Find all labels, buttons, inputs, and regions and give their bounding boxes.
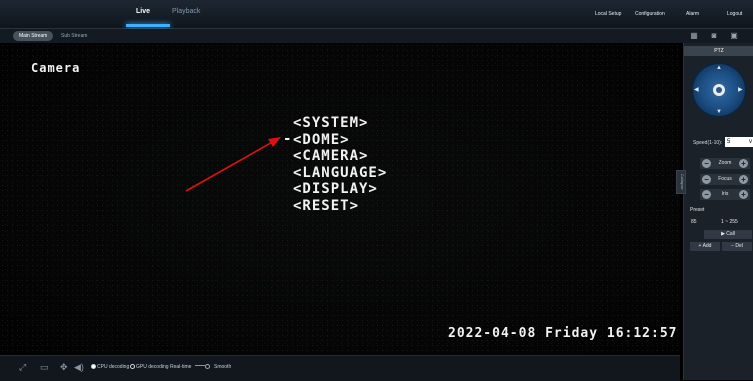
- nav-alarm[interactable]: Alarm: [686, 11, 699, 17]
- top-nav-bar: Live Playback Local Setup Configuration …: [0, 0, 753, 29]
- ptz-move-icon[interactable]: ✥: [60, 362, 68, 373]
- main-stream-button[interactable]: Main Stream: [13, 31, 54, 41]
- latency-slider[interactable]: [195, 364, 211, 370]
- speed-select[interactable]: 5 v: [725, 137, 753, 147]
- cpu-decoding-option[interactable]: CPU decoding: [91, 364, 129, 370]
- realtime-label: Real-time: [170, 364, 192, 370]
- iris-label: Iris: [721, 191, 729, 197]
- tab-playback[interactable]: Playback: [172, 8, 200, 15]
- focus-label: Focus: [718, 176, 732, 182]
- fullscreen-icon[interactable]: ⤢: [19, 362, 26, 373]
- live-video-view[interactable]: Camera - <SYSTEM> <DOME> <CAMERA> <LANGU…: [0, 43, 680, 355]
- layout-icon[interactable]: ▦: [689, 31, 699, 40]
- zoom-out-button[interactable]: −: [702, 159, 711, 168]
- zoom-control: − Zoom +: [700, 158, 750, 169]
- osd-timestamp: 2022-04-08 Friday 16:12:57: [448, 326, 678, 341]
- nav-logout[interactable]: Logout: [727, 11, 742, 17]
- snapshot-icon[interactable]: ◙: [709, 31, 719, 40]
- chevron-down-icon: v: [749, 139, 752, 145]
- radio-selected-icon: [91, 364, 96, 369]
- sub-stream-button[interactable]: Sub Stream: [55, 31, 93, 41]
- arrow-right-icon[interactable]: ▶: [738, 87, 743, 93]
- smooth-label: Smooth: [214, 364, 232, 370]
- tab-live[interactable]: Live: [136, 8, 150, 15]
- radio-unselected-icon: [130, 364, 135, 369]
- joystick-center-icon[interactable]: [711, 82, 727, 98]
- window-layout-icon[interactable]: ▭: [40, 362, 49, 373]
- preset-call-button[interactable]: ▶ Call: [704, 230, 752, 239]
- volume-icon[interactable]: ◀): [74, 362, 84, 373]
- preset-input[interactable]: 85: [691, 219, 697, 225]
- focus-minus-button[interactable]: −: [702, 175, 711, 184]
- record-icon[interactable]: ▣: [729, 31, 739, 40]
- player-control-bar: ⤢ ▭ ✥ ◀) CPU decoding GPU decoding Real-…: [0, 355, 680, 381]
- ptz-header: PTZ: [684, 46, 753, 56]
- zoom-label: Zoom: [718, 160, 732, 166]
- iris-control: − Iris +: [700, 189, 750, 200]
- ptz-joystick[interactable]: ▲ ▼ ◀ ▶: [691, 62, 747, 118]
- preset-delete-button[interactable]: − Del: [722, 242, 752, 251]
- arrow-up-icon[interactable]: ▲: [716, 65, 722, 71]
- arrow-left-icon[interactable]: ◀: [694, 87, 699, 93]
- arrow-down-icon[interactable]: ▼: [716, 109, 722, 115]
- preset-label: Preset: [690, 207, 705, 213]
- annotation-arrow: [185, 137, 281, 192]
- speed-label: Speed(1-10):: [693, 140, 723, 146]
- nav-local-setup[interactable]: Local Setup: [595, 11, 621, 17]
- focus-plus-button[interactable]: +: [739, 175, 748, 184]
- preset-range: 1 ~ 255: [721, 219, 738, 225]
- stream-toolbar: Main Stream Sub Stream ▦ ◙ ▣: [0, 29, 753, 43]
- preset-add-button[interactable]: + Add: [690, 242, 720, 251]
- panel-collapse-handle[interactable]: Collapse: [676, 170, 686, 194]
- iris-minus-button[interactable]: −: [702, 190, 711, 199]
- nav-configuration[interactable]: Configuration: [635, 11, 665, 17]
- ptz-panel: Collapse PTZ ▲ ▼ ◀ ▶ Speed(1-10): 5 v − …: [676, 43, 753, 380]
- gpu-decoding-option[interactable]: GPU decoding: [130, 364, 169, 370]
- zoom-in-button[interactable]: +: [739, 159, 748, 168]
- active-tab-indicator: [126, 24, 170, 27]
- iris-plus-button[interactable]: +: [739, 190, 748, 199]
- focus-control: − Focus +: [700, 174, 750, 185]
